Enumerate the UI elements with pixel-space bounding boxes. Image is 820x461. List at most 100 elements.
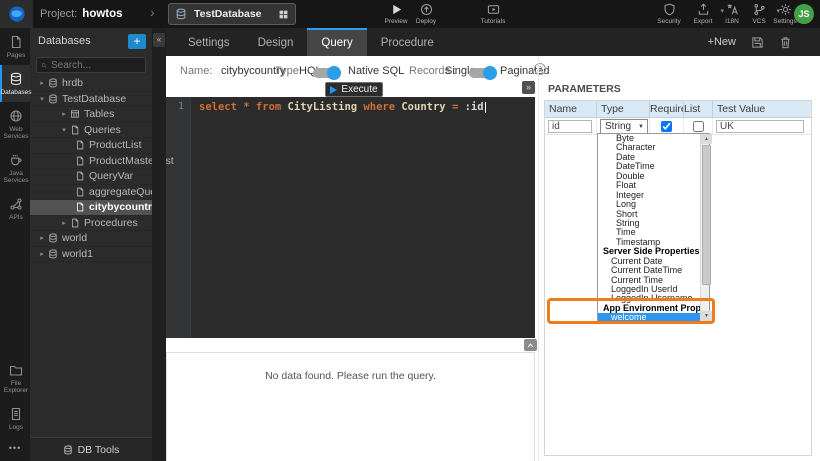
chevron-down-icon[interactable]: ▾	[60, 126, 68, 134]
file-icon	[70, 125, 80, 135]
dropdown-option[interactable]: DateTime	[598, 162, 700, 171]
table-icon	[70, 109, 80, 119]
sidebar-item-pages[interactable]: Pages	[0, 28, 30, 65]
records-toggle[interactable]	[469, 68, 495, 78]
db-tools-button[interactable]: DB Tools	[30, 437, 152, 461]
dropdown-option[interactable]: Float	[598, 181, 700, 190]
sidebar-item-databases[interactable]: Databases	[0, 65, 30, 102]
tutorials-button[interactable]: Tutorials	[474, 3, 512, 25]
avatar[interactable]: JS	[794, 4, 814, 24]
sidebar-item-apis[interactable]: APIs	[0, 190, 30, 227]
dropdown-option[interactable]: Timestamp	[598, 238, 700, 247]
type-option-native-sql[interactable]: Native SQL	[348, 65, 404, 77]
play-icon	[330, 86, 337, 94]
tree-item-label: Tables	[84, 108, 114, 120]
tab-query[interactable]: Query	[307, 28, 366, 56]
dropdown-option[interactable]: Integer	[598, 191, 700, 200]
param-list-checkbox[interactable]	[693, 121, 704, 132]
new-button[interactable]: +New	[708, 36, 736, 48]
collapse-results-button[interactable]	[524, 339, 537, 351]
tree-item-queryvar[interactable]: QueryVar	[30, 169, 152, 185]
database-icon	[175, 8, 187, 20]
scrollbar-thumb[interactable]	[702, 145, 711, 285]
scroll-down-button[interactable]: ▼	[701, 311, 712, 321]
tree-item-aggregatequery[interactable]: aggregateQuery	[30, 185, 152, 201]
tree-item-citybycountry[interactable]: citybycountry	[30, 200, 152, 216]
chevron-right-icon[interactable]: ▸	[38, 250, 46, 258]
sql-operator: *	[243, 101, 249, 113]
dropdown-option[interactable]: Long	[598, 200, 700, 209]
tree-item-testdatabase[interactable]: ▾TestDatabase	[30, 92, 152, 108]
db-tools-label: DB Tools	[78, 444, 120, 456]
dropdown-option[interactable]: LoggedIn Username	[598, 294, 700, 303]
help-icon[interactable]: ?	[534, 63, 546, 75]
grid-icon[interactable]	[278, 9, 289, 20]
security-button[interactable]: Security	[650, 3, 688, 25]
execute-button[interactable]: Execute	[325, 82, 383, 97]
database-icon	[48, 78, 58, 88]
collapse-panel-button[interactable]: «	[153, 33, 165, 47]
shield-icon	[663, 3, 676, 16]
tree-item-world1[interactable]: ▸world1	[30, 247, 152, 263]
dropdown-option[interactable]: Time	[598, 228, 700, 237]
tree-item-productlist[interactable]: ProductList	[30, 138, 152, 154]
more-options-button[interactable]: •••	[0, 437, 30, 461]
tab-settings[interactable]: Settings	[174, 28, 244, 56]
tree-item-tables[interactable]: ▸ Tables	[30, 107, 152, 123]
dropdown-option[interactable]: String	[598, 219, 700, 228]
tree-item-label: citybycountry	[89, 201, 158, 213]
wavemaker-logo[interactable]	[0, 0, 33, 28]
sidebar-item-file-explorer[interactable]: File Explorer	[0, 356, 30, 400]
param-type-select[interactable]: String ▼	[600, 119, 648, 134]
top-bar: Project: howtos › TestDatabase Preview D…	[0, 0, 820, 28]
deploy-button[interactable]: Deploy	[407, 3, 445, 25]
dropdown-option[interactable]: Byte	[598, 134, 700, 143]
param-test-value-input[interactable]	[716, 120, 804, 133]
delete-button[interactable]	[779, 36, 792, 49]
rail-label: Logs	[9, 424, 23, 431]
database-icon	[9, 72, 23, 86]
dropdown-option-selected[interactable]: welcome	[598, 313, 700, 322]
dropdown-option[interactable]: Current Date	[598, 257, 700, 266]
tree-item-productmasterlist[interactable]: ProductMasterList	[30, 154, 152, 170]
tab-procedure[interactable]: Procedure	[367, 28, 448, 56]
type-toggle[interactable]	[313, 68, 339, 78]
play-icon	[390, 3, 403, 16]
chevron-right-icon[interactable]: ▸	[60, 219, 68, 227]
search-box[interactable]	[36, 57, 146, 73]
dropdown-option[interactable]: LoggedIn UserId	[598, 285, 700, 294]
save-button[interactable]	[751, 36, 764, 49]
dropdown-option[interactable]: Current DateTime	[598, 266, 700, 275]
sidebar-item-java-services[interactable]: Java Services	[0, 146, 30, 190]
dropdown-option[interactable]: Short	[598, 210, 700, 219]
dropdown-scrollbar[interactable]: ▲ ▼	[700, 134, 709, 321]
param-name-input[interactable]	[548, 120, 592, 133]
param-required-checkbox[interactable]	[661, 121, 672, 132]
rail-label: APIs	[9, 214, 23, 221]
search-input[interactable]	[51, 60, 141, 71]
chevron-right-icon[interactable]: ▸	[38, 79, 46, 87]
chevron-right-icon[interactable]: ▸	[38, 234, 46, 242]
dropdown-option[interactable]: Date	[598, 153, 700, 162]
add-database-button[interactable]: +	[128, 34, 146, 49]
chevron-down-icon[interactable]: ▾	[38, 95, 46, 103]
tab-design[interactable]: Design	[244, 28, 308, 56]
dropdown-option[interactable]: Double	[598, 172, 700, 181]
chevron-right-icon[interactable]: ▸	[60, 110, 68, 118]
scroll-up-button[interactable]: ▲	[701, 134, 712, 144]
tree-item-procedures[interactable]: ▸ Procedures	[30, 216, 152, 232]
tree-item-queries[interactable]: ▾Queries	[30, 123, 152, 139]
database-selector[interactable]: TestDatabase	[168, 3, 296, 25]
database-icon	[48, 249, 58, 259]
dropdown-option[interactable]: Character	[598, 143, 700, 152]
tree-item-label: Procedures	[84, 217, 138, 229]
sidebar-item-web-services[interactable]: Web Services	[0, 102, 30, 146]
collapse-parameters-button[interactable]: »	[522, 81, 535, 94]
dropdown-option[interactable]: Current Time	[598, 276, 700, 285]
sql-editor[interactable]: 1 select * from CityListing where Countr…	[166, 97, 535, 338]
tab-bar: Settings Design Query Procedure +New	[166, 28, 820, 56]
panel-collapse-strip: «	[152, 28, 166, 461]
sidebar-item-logs[interactable]: Logs	[0, 400, 30, 437]
tree-item-hrdb[interactable]: ▸hrdb	[30, 76, 152, 92]
tree-item-world[interactable]: ▸world	[30, 231, 152, 247]
